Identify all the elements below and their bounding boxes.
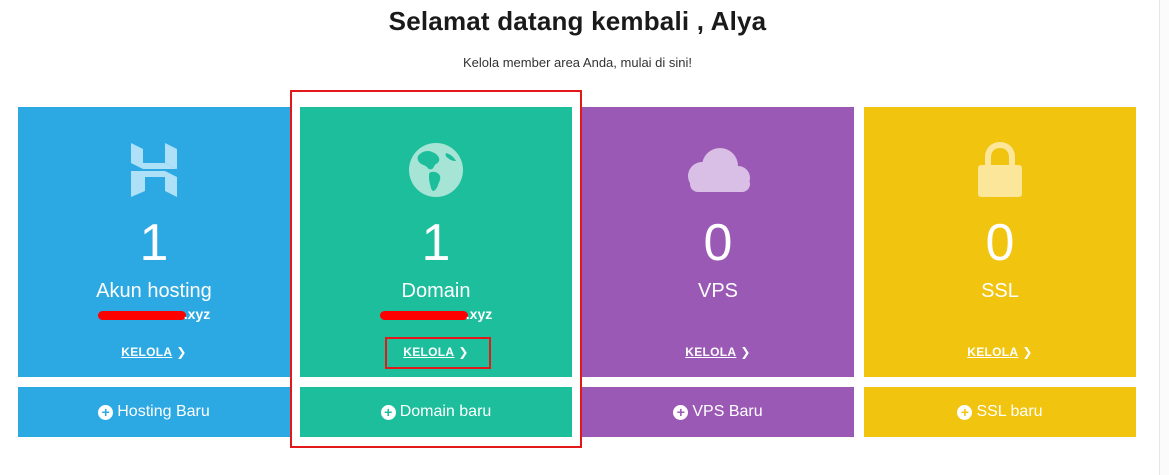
vps-label: VPS — [697, 280, 739, 302]
page-subtitle: Kelola member area Anda, mulai di sini! — [462, 55, 693, 70]
vps-manage-link[interactable]: KELOLA ❯ — [582, 345, 854, 359]
new-hosting-button[interactable]: + Hosting Baru — [18, 387, 290, 437]
vps-card: 0 VPS KELOLA ❯ — [582, 107, 854, 377]
new-vps-button[interactable]: + VPS Baru — [582, 387, 854, 437]
chevron-right-icon: ❯ — [176, 345, 187, 359]
new-ssl-button[interactable]: + SSL baru — [864, 387, 1136, 437]
page-scrollbar[interactable] — [1159, 0, 1169, 475]
ssl-manage-link[interactable]: KELOLA ❯ — [864, 345, 1136, 359]
plus-circle-icon: + — [98, 404, 114, 420]
domain-count: 1 — [421, 214, 451, 272]
hosting-label: Akun hosting — [96, 280, 212, 302]
hosting-domain: .xyz — [18, 306, 290, 322]
plus-circle-icon: + — [380, 404, 396, 420]
globe-icon — [300, 137, 572, 202]
padlock-icon — [864, 137, 1136, 202]
redaction-mark — [97, 310, 186, 320]
domain-label: Domain — [401, 280, 471, 302]
ssl-count: 0 — [985, 214, 1015, 272]
new-domain-button[interactable]: + Domain baru — [300, 387, 572, 437]
plus-circle-icon: + — [673, 404, 689, 420]
hostinger-logo-icon — [18, 137, 290, 202]
domain-card: 1 Domain .xyz KELOLA ❯ — [300, 107, 572, 377]
page-title: Selamat datang kembali , Alya — [388, 6, 767, 36]
vps-count: 0 — [703, 214, 733, 272]
plus-circle-icon: + — [957, 404, 973, 420]
hosting-card: 1 Akun hosting .xyz KELOLA ❯ — [18, 107, 290, 377]
hosting-count: 1 — [139, 214, 169, 272]
ssl-label: SSL — [981, 280, 1019, 302]
hosting-manage-link[interactable]: KELOLA ❯ — [18, 345, 290, 359]
chevron-right-icon: ❯ — [740, 345, 751, 359]
cloud-icon — [582, 137, 854, 202]
chevron-right-icon: ❯ — [1022, 345, 1033, 359]
domain-manage-link[interactable]: KELOLA ❯ — [300, 345, 572, 359]
ssl-card: 0 SSL KELOLA ❯ — [864, 107, 1136, 377]
redaction-mark — [379, 310, 468, 320]
chevron-right-icon: ❯ — [458, 345, 469, 359]
domain-name: .xyz — [300, 306, 572, 322]
